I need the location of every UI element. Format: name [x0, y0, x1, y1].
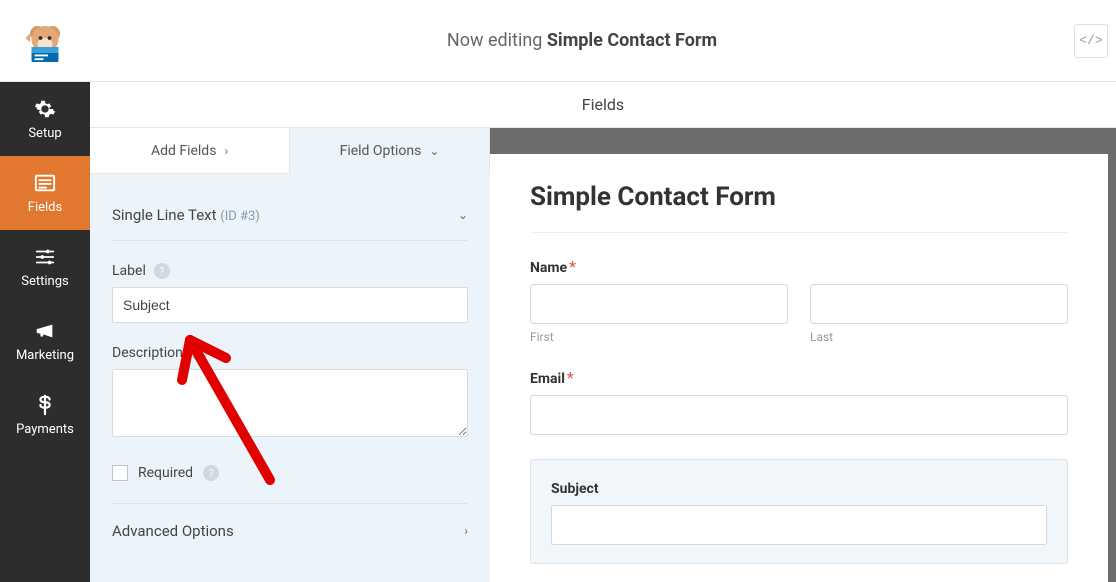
sliders-icon	[34, 246, 56, 268]
field-label: Name	[530, 260, 567, 276]
help-icon[interactable]: ?	[203, 465, 219, 481]
preview-form-title: Simple Contact Form	[530, 182, 1068, 233]
field-type-title: Single Line Text	[112, 206, 217, 224]
nav-item-marketing[interactable]: Marketing	[0, 304, 90, 378]
nav-item-setup[interactable]: Setup	[0, 82, 90, 156]
options-panel: Add Fields › Field Options ⌄ Single Line…	[90, 128, 490, 582]
topbar-title-prefix: Now editing	[447, 30, 547, 51]
nav-item-payments[interactable]: Payments	[0, 378, 90, 452]
advanced-label: Advanced Options	[112, 522, 234, 540]
topbar: Now editing Simple Contact Form </>	[0, 0, 1116, 82]
description-input[interactable]	[112, 369, 468, 437]
form-icon	[34, 172, 56, 194]
left-nav: Setup Fields Settings Marketing Payments	[0, 82, 90, 582]
topbar-title: Now editing Simple Contact Form	[90, 30, 1074, 51]
chevron-right-icon: ›	[464, 524, 468, 538]
first-sublabel: First	[530, 330, 788, 344]
last-sublabel: Last	[810, 330, 1068, 344]
label-field-label: Label ?	[112, 263, 468, 279]
nav-item-settings[interactable]: Settings	[0, 230, 90, 304]
description-field-label: Description ?	[112, 345, 468, 361]
first-name-input[interactable]	[530, 284, 788, 324]
chevron-down-icon: ⌄	[429, 144, 439, 158]
field-label: Subject	[551, 481, 599, 497]
last-name-input[interactable]	[810, 284, 1068, 324]
advanced-options-toggle[interactable]: Advanced Options ›	[112, 504, 468, 558]
nav-item-label: Marketing	[16, 348, 74, 363]
panel-tabs: Add Fields › Field Options ⌄	[90, 128, 490, 174]
field-id-hint: (ID #3)	[220, 209, 260, 224]
preview-panel: Simple Contact Form Name* First	[490, 128, 1116, 582]
app-logo	[0, 0, 90, 81]
help-icon[interactable]: ?	[154, 263, 170, 279]
required-star: *	[567, 368, 574, 387]
subject-input[interactable]	[551, 505, 1047, 545]
opt-label-text: Label	[112, 263, 146, 279]
required-star: *	[569, 257, 576, 276]
panel-header: Fields	[90, 82, 1116, 128]
opt-label-text: Description	[112, 345, 183, 361]
email-input[interactable]	[530, 395, 1068, 435]
tab-label: Field Options	[340, 143, 422, 159]
preview-field-subject[interactable]: Subject	[530, 459, 1068, 564]
nav-item-fields[interactable]: Fields	[0, 156, 90, 230]
nav-item-label: Fields	[28, 200, 62, 215]
required-label: Required	[138, 465, 193, 481]
help-icon[interactable]: ?	[191, 345, 207, 361]
tab-label: Add Fields	[151, 143, 217, 159]
tab-add-fields[interactable]: Add Fields ›	[90, 128, 290, 174]
nav-item-label: Setup	[28, 126, 61, 141]
chevron-right-icon: ›	[224, 144, 228, 158]
label-input[interactable]	[112, 287, 468, 323]
nav-item-label: Settings	[21, 274, 68, 289]
preview-field-name[interactable]: Name* First Last	[530, 257, 1068, 344]
megaphone-icon	[34, 320, 56, 342]
field-section-header[interactable]: Single Line Text (ID #3) ⌄	[112, 198, 468, 241]
required-checkbox[interactable]	[112, 465, 128, 481]
tab-field-options[interactable]: Field Options ⌄	[290, 128, 490, 174]
embed-button[interactable]: </>	[1074, 24, 1108, 58]
nav-item-label: Payments	[16, 422, 74, 437]
topbar-title-formname: Simple Contact Form	[547, 30, 717, 51]
preview-field-email[interactable]: Email*	[530, 368, 1068, 435]
gear-icon	[34, 98, 56, 120]
chevron-down-icon: ⌄	[458, 208, 468, 222]
field-label: Email	[530, 371, 565, 387]
dollar-icon	[34, 394, 56, 416]
